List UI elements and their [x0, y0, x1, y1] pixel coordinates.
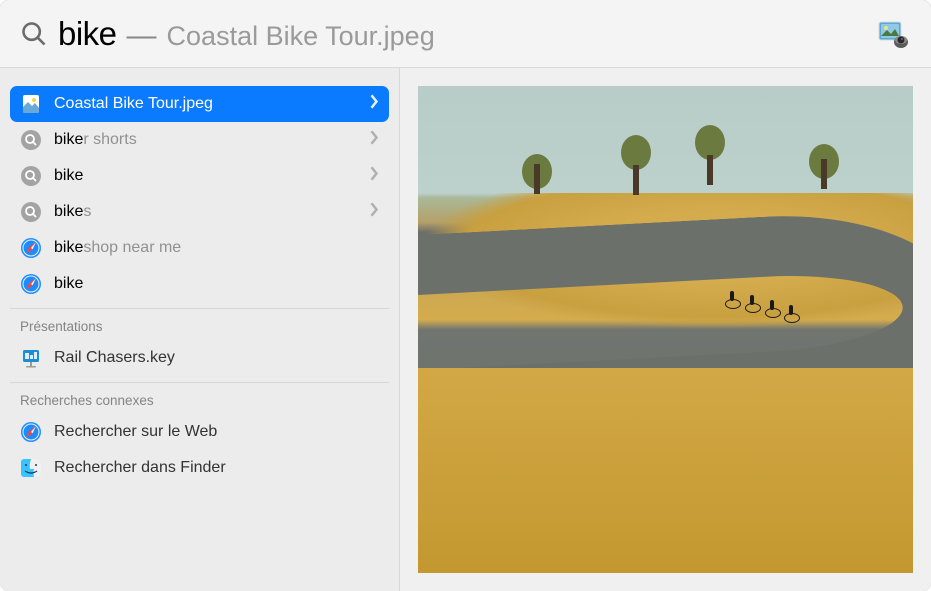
spotlight-window: bike — Coastal Bike Tour.jpeg: [0, 0, 931, 591]
result-label: Rail Chasers.key: [54, 349, 379, 367]
jpeg-file-icon: [20, 93, 42, 115]
safari-icon: [20, 237, 42, 259]
result-label: Rechercher dans Finder: [54, 459, 379, 477]
suggestion-label: bikes: [54, 203, 369, 221]
result-file[interactable]: Rail Chasers.key: [10, 340, 389, 376]
chevron-right-icon: [369, 166, 379, 186]
chevron-right-icon: [369, 202, 379, 222]
search-icon: [20, 20, 48, 48]
search-query-text: bike: [58, 15, 117, 53]
search-web-row[interactable]: Rechercher sur le Web: [10, 414, 389, 450]
search-bar[interactable]: bike — Coastal Bike Tour.jpeg: [0, 0, 931, 68]
chevron-right-icon: [369, 130, 379, 150]
preview-app-icon: [877, 18, 911, 52]
suggestion-label: bike: [54, 275, 379, 293]
search-icon: [20, 165, 42, 187]
body-area: Coastal Bike Tour.jpeg biker shorts bike: [0, 68, 931, 591]
result-label: Rechercher sur le Web: [54, 423, 379, 441]
search-completion-text: Coastal Bike Tour.jpeg: [167, 21, 435, 52]
safari-icon: [20, 273, 42, 295]
safari-icon: [20, 421, 42, 443]
suggestion-row[interactable]: bike: [10, 266, 389, 302]
search-finder-row[interactable]: Rechercher dans Finder: [10, 450, 389, 486]
suggestion-row[interactable]: bike shop near me: [10, 230, 389, 266]
suggestion-label: bike shop near me: [54, 239, 379, 257]
section-header-related: Recherches connexes: [10, 382, 389, 414]
suggestion-row[interactable]: bikes: [10, 194, 389, 230]
keynote-file-icon: [20, 347, 42, 369]
suggestion-row[interactable]: biker shorts: [10, 122, 389, 158]
finder-icon: [20, 457, 42, 479]
search-icon: [20, 129, 42, 151]
preview-pane: [400, 68, 931, 591]
suggestion-label: biker shorts: [54, 131, 369, 149]
search-input[interactable]: bike — Coastal Bike Tour.jpeg: [58, 15, 911, 53]
preview-image: [418, 86, 913, 573]
suggestion-label: bike: [54, 167, 369, 185]
section-header-presentations: Présentations: [10, 308, 389, 340]
search-icon: [20, 201, 42, 223]
result-top-hit[interactable]: Coastal Bike Tour.jpeg: [10, 86, 389, 122]
result-label: Coastal Bike Tour.jpeg: [54, 95, 369, 113]
results-sidebar: Coastal Bike Tour.jpeg biker shorts bike: [0, 68, 400, 591]
search-separator: —: [127, 19, 157, 53]
suggestion-row[interactable]: bike: [10, 158, 389, 194]
chevron-right-icon: [369, 94, 379, 114]
